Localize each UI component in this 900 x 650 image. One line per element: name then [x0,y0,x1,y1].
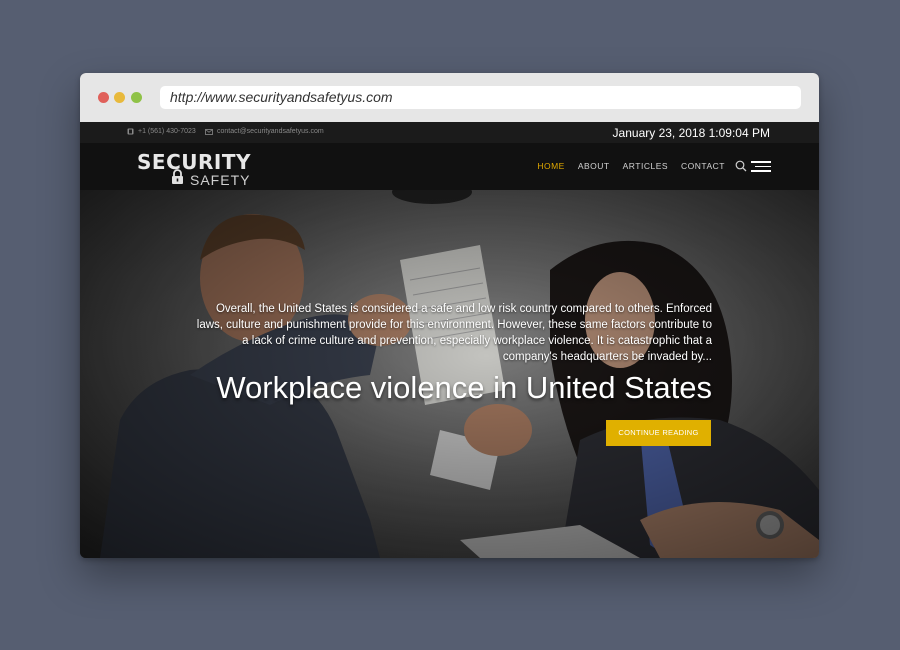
phone-number: +1 (561) 430-7023 [138,128,196,135]
article-title[interactable]: Workplace violence in United States [216,370,712,406]
main-navbar: SECURITY SAFETY HOME ABOUT ARTICLES CONT… [80,143,819,190]
top-info-bar: +1 (561) 430-7023 contact@securityandsaf… [80,122,819,143]
email-address: contact@securityandsafetyus.com [217,128,324,135]
logo-text-safety: SAFETY [190,172,251,188]
browser-chrome: http://www.securityandsafetyus.com [80,73,819,123]
phone-contact[interactable]: +1 (561) 430-7023 [127,128,196,135]
minimize-window-button[interactable] [114,92,125,103]
nav-contact[interactable]: CONTACT [681,161,725,171]
close-window-button[interactable] [98,92,109,103]
hero-banner: Overall, the United States is considered… [80,190,819,558]
main-menu: HOME ABOUT ARTICLES CONTACT [537,161,725,171]
nav-home[interactable]: HOME [537,161,565,171]
nav-articles[interactable]: ARTICLES [623,161,668,171]
address-bar[interactable]: http://www.securityandsafetyus.com [160,86,801,109]
envelope-icon [205,128,213,135]
date-time: January 23, 2018 1:09:04 PM [612,126,770,140]
browser-window: http://www.securityandsafetyus.com +1 (5… [80,73,819,558]
search-icon[interactable] [735,160,747,172]
article-excerpt: Overall, the United States is considered… [196,303,712,363]
logo-text-security: SECURITY [137,150,251,174]
lock-icon [172,169,183,184]
hamburger-menu-icon[interactable] [751,161,771,172]
email-contact[interactable]: contact@securityandsafetyus.com [205,128,324,135]
continue-reading-button[interactable]: CONTINUE READING [606,420,711,446]
maximize-window-button[interactable] [131,92,142,103]
phone-icon [127,128,134,135]
nav-about[interactable]: ABOUT [578,161,610,171]
site-logo[interactable]: SECURITY SAFETY [137,150,267,188]
